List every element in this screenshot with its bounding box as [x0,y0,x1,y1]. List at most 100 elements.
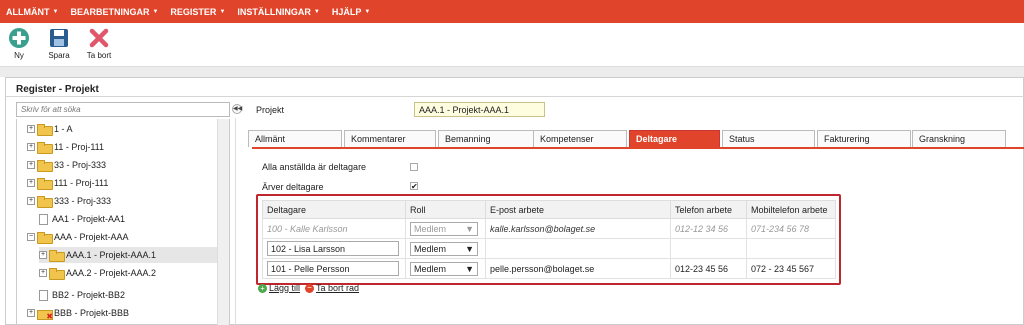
email-cell: kalle.karlsson@bolaget.se [485,218,671,239]
tab-label: Bemanning [445,134,491,144]
document-icon [39,289,48,301]
email-cell [485,238,671,259]
mobile-cell: 071-234 56 78 [746,218,836,239]
column-header[interactable]: Telefon arbete [670,200,747,219]
tree-item[interactable]: + BBB - Projekt-BBB [27,305,129,321]
tree-item[interactable]: +1 - A [27,121,73,137]
expand-icon[interactable]: + [27,197,35,205]
expand-icon[interactable]: + [27,143,35,151]
new-button[interactable]: Ny [4,27,34,60]
delete-row-button[interactable]: − Ta bort rad [305,283,359,293]
tab-label: Kompetenser [540,134,594,144]
all-employees-checkbox[interactable] [410,163,418,171]
role-select[interactable]: Medlem ▼ [410,261,478,276]
folder-icon [49,250,65,262]
participant-input[interactable]: 101 - Pelle Persson [267,261,399,276]
separator-strip [0,67,1024,77]
floppy-disk-icon [50,29,68,47]
role-cell: Medlem ▼ [405,238,486,259]
table-row: 100 - Kalle Karlsson Medlem ▼ kalle.karls… [262,218,836,239]
tab-label: Allmänt [255,134,286,144]
collapse-icon[interactable]: − [27,233,35,241]
save-label: Spara [48,51,70,60]
tree-item[interactable]: +333 - Proj-333 [27,193,111,209]
delete-label: Ta bort [86,51,112,60]
expand-icon[interactable]: + [39,251,47,259]
tree-item[interactable]: + AAA.2 - Projekt-AAA.2 [39,265,156,281]
menu-register[interactable]: REGISTER ▼ [164,7,231,17]
vertical-divider [235,118,236,325]
caret-down-icon: ▼ [313,8,320,15]
phone-cell [670,238,747,259]
tab-kommentarer[interactable]: Kommentarer [344,130,436,147]
folder-icon [37,142,53,154]
role-select[interactable]: Medlem ▼ [410,241,478,256]
minus-icon: − [305,283,314,293]
column-header[interactable]: Mobiltelefon arbete [746,200,836,219]
phone-cell: 012-23 45 56 [670,258,747,279]
caret-down-icon: ▼ [152,8,159,15]
table-header-row: Deltagare Roll E-post arbete Telefon arb… [262,200,836,219]
column-header[interactable]: Deltagare [262,200,406,219]
tree-item-selected[interactable]: + AAA.1 - Projekt-AAA.1 [39,247,217,263]
caret-down-icon: ▼ [52,8,59,15]
tree-item[interactable]: AA1 - Projekt-AA1 [37,211,125,227]
tab-granskning[interactable]: Granskning [912,130,1006,147]
tab-bemanning[interactable]: Bemanning [438,130,534,147]
project-tree: +1 - A +11 - Proj-111 +33 - Proj-333 +11… [16,119,230,325]
folder-deleted-icon [37,308,53,321]
tab-label: Kommentarer [351,134,406,144]
menu-label: INSTÄLLNINGAR [237,6,311,17]
tab-fakturering[interactable]: Fakturering [817,130,911,147]
tab-deltagare[interactable]: Deltagare [629,130,720,147]
dropdown-arrow-icon: ▼ [465,243,474,254]
menu-label: REGISTER [170,6,217,17]
tab-allmant[interactable]: Allmänt [248,130,342,147]
tab-label: Status [729,134,755,144]
folder-icon [49,268,65,280]
tree-item[interactable]: +111 - Proj-111 [27,175,108,191]
tree-item[interactable]: +11 - Proj-111 [27,139,104,155]
participant-cell: 102 - Lisa Larsson [262,238,406,259]
save-button[interactable]: Spara [44,27,74,60]
caret-down-icon: ▼ [364,8,371,15]
tab-kompetenser[interactable]: Kompetenser [533,130,627,147]
expand-icon[interactable]: + [27,161,35,169]
delete-button[interactable]: Ta bort [84,27,114,60]
menu-installningar[interactable]: INSTÄLLNINGAR ▼ [231,7,325,17]
column-header[interactable]: E-post arbete [485,200,671,219]
role-select[interactable]: Medlem ▼ [410,221,478,236]
add-row-button[interactable]: + Lägg till [258,283,300,293]
menu-label: BEARBETNINGAR [70,6,150,17]
expand-icon[interactable]: + [27,309,35,317]
project-field[interactable]: AAA.1 - Projekt-AAA.1 [414,102,545,117]
column-header[interactable]: Roll [405,200,486,219]
participant-cell: 101 - Pelle Persson [262,258,406,279]
search-input[interactable] [16,102,230,117]
participant-input[interactable]: 102 - Lisa Larsson [267,241,399,256]
menu-allmant[interactable]: ALLMÄNT ▼ [0,7,64,17]
inherit-participants-checkbox[interactable]: ✔ [410,182,418,191]
main-menu-bar: ALLMÄNT ▼ BEARBETNINGAR ▼ REGISTER ▼ INSTÄL… [0,0,1024,23]
menu-bearbetningar[interactable]: BEARBETNINGAR ▼ [64,7,164,17]
tree-scrollbar[interactable] [217,119,229,325]
expand-icon[interactable]: + [27,179,35,187]
tree-item[interactable]: − AAA - Projekt-AAA [27,229,129,245]
tree-item-label: 11 - Proj-111 [54,142,105,152]
toolbar: Ny Spara Ta bort [0,23,1024,67]
tree-item[interactable]: +33 - Proj-333 [27,157,106,173]
tab-status[interactable]: Status [722,130,815,147]
participant-cell: 100 - Kalle Karlsson [262,218,406,239]
role-cell: Medlem ▼ [405,258,486,279]
menu-hjalp[interactable]: HJÄLP ▼ [326,7,376,17]
expand-icon[interactable]: + [39,269,47,277]
tree-item[interactable]: BB2 - Projekt-BB2 [37,287,125,303]
tab-label: Fakturering [824,134,870,144]
red-x-icon [89,28,109,48]
tab-underline [252,147,1024,149]
email-cell: pelle.persson@bolaget.se [485,258,671,279]
mobile-cell [746,238,836,259]
expand-icon[interactable]: + [27,125,35,133]
menu-label: ALLMÄNT [6,6,50,17]
collapse-panel-icon[interactable]: ◀◀ [232,104,242,114]
